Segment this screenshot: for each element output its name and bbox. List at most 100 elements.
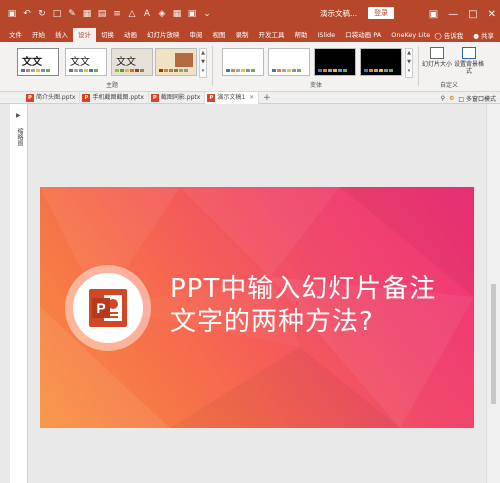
new-tab-icon[interactable]: + [259,93,275,103]
tab-slideshow[interactable]: 幻灯片放映 [142,28,185,42]
variants-group-label: 变体 [310,82,323,89]
shapes-icon[interactable]: △ [126,8,138,20]
undo-icon[interactable]: ↶ [21,8,33,20]
ribbon-display-icon[interactable]: ▣ [429,9,438,20]
window-title: 演示文稿... [320,9,358,18]
search-icon[interactable]: ⚲ [441,95,445,102]
doc-tab[interactable]: P 截图同影.pptx [149,91,206,104]
theme-sample-text: 文文 [116,57,136,68]
lightbulb-icon: ◯ [434,32,442,40]
slide-title[interactable]: PPT中输入幻灯片备注 文字的两种方法? [170,273,436,339]
save-icon[interactable]: ▣ [6,8,18,20]
variant-gallery-scroll[interactable]: ▲ ▼ ▾ [405,48,413,78]
theme-thumbnail-2[interactable]: 文文 [65,48,107,76]
tab-help[interactable]: 帮助 [290,28,313,42]
variant-thumbnail-1[interactable] [222,48,264,76]
variant-thumbnail-3[interactable] [314,48,356,76]
theme-color-bars [21,69,50,72]
ribbon-tabs: 文件 开始 插入 设计 切换 动画 幻灯片放映 审阅 视图 录制 开发工具 帮助… [0,28,500,42]
window-controls: ▣ — □ ✕ [429,0,496,28]
tab-developer[interactable]: 开发工具 [254,28,290,42]
doc-tab[interactable]: P 手机截图截图.pptx [80,91,149,104]
customize-group-label: 自定义 [440,82,459,89]
theme-color-bars [69,69,98,72]
document-tab-bar: P 简介头图.pptx P 手机截图截图.pptx P 截图同影.pptx P … [0,91,500,104]
format-background-button[interactable]: 设置背景格式 [454,47,484,75]
slide-title-line-2: 文字的两种方法? [170,307,374,337]
tab-insert[interactable]: 插入 [50,28,73,42]
share-button[interactable]: ● 共享 [473,30,494,40]
slide-canvas[interactable]: P PPT中输入幻灯片备注 文字的两种方法? [40,187,474,428]
expand-arrow-icon[interactable]: ▶ [16,112,21,119]
menu-right-tools: ◯ 告诉我 ● 共享 [434,28,494,42]
tab-transitions[interactable]: 切换 [96,28,119,42]
variant-color-bars [272,69,301,72]
tell-me-button[interactable]: ◯ 告诉我 [434,30,463,40]
settings-icon[interactable]: ⚙ [449,95,454,102]
group-divider [418,46,419,86]
tab-review[interactable]: 审阅 [185,28,208,42]
multi-window-button[interactable]: □ 多窗口模式 [458,94,496,103]
theme-color-bars [159,69,188,72]
theme-shelf-graphic [175,53,193,67]
tab-design[interactable]: 设计 [73,28,96,42]
arrange-icon[interactable]: ◈ [156,8,168,20]
design-ribbon: 文文 文文 文文 ▲▼▾ 主题 ▲▼▾ 变体 幻灯片大小 设置背景格式 [0,42,500,92]
tab-pocket-animation[interactable]: 口袋动画 PA [340,28,386,42]
variant-color-bars [318,69,347,72]
vertical-scrollbar[interactable] [486,104,500,483]
tab-view[interactable]: 视图 [208,28,231,42]
slide-size-label: 幻灯片大小 [422,61,453,68]
grid-icon[interactable]: ▦ [171,8,183,20]
group-icon[interactable]: ▣ [186,8,198,20]
tab-bar-tools: ⚲ ⚙ □ 多窗口模式 [441,92,496,104]
start-icon[interactable]: □ [51,8,63,20]
doc-tab-label: 简介头图.pptx [36,93,76,101]
thumbnail-pane-label: 缩略图 [16,128,23,146]
tab-home[interactable]: 开始 [27,28,50,42]
theme-sample-text: 文文 [22,57,42,68]
login-button[interactable]: 登录 [368,7,394,19]
powerpoint-file-icon: P [26,93,34,102]
customize-qat-icon[interactable]: ⌄ [201,8,213,20]
doc-tab-label: 手机截图截图.pptx [92,93,144,101]
doc-tab-label: 截图同影.pptx [160,93,201,101]
variant-thumbnail-2[interactable] [268,48,310,76]
variant-color-bars [364,69,393,72]
theme-thumbnail-4[interactable] [155,48,197,76]
slide-size-button[interactable]: 幻灯片大小 [422,47,452,68]
multi-window-label: 多窗口模式 [465,95,496,103]
theme-thumbnail-3[interactable]: 文文 [111,48,153,76]
tell-me-label: 告诉我 [443,32,464,40]
doc-tab[interactable]: P 简介头图.pptx [24,91,81,104]
logo-letter: P [92,298,110,318]
maximize-icon[interactable]: □ [468,9,477,20]
close-icon[interactable]: ✕ [488,9,496,20]
scrollbar-thumb[interactable] [491,284,496,404]
theme-thumbnail-1[interactable]: 文文 [17,48,59,76]
group-divider [212,46,213,86]
theme-sample-text: 文文 [70,57,90,68]
align-icon[interactable]: ≡ [111,8,123,20]
title-bar: ▣ ↶ ↻ □ ✎ ▦ ▤ ≡ △ A ◈ ▦ ▣ ⌄ 演示文稿... 登录 ▣… [0,0,500,28]
variant-thumbnail-4[interactable] [360,48,402,76]
person-icon: ● [473,32,479,40]
thumbnail-pane-collapsed[interactable]: ▶ 缩略图 [10,104,28,483]
tab-record[interactable]: 录制 [231,28,254,42]
layout-icon[interactable]: ▤ [96,8,108,20]
close-tab-icon[interactable]: ✕ [249,92,254,104]
tab-file[interactable]: 文件 [4,28,27,42]
doc-tab-active[interactable]: P 演示文稿1 ✕ [205,91,260,104]
tab-animations[interactable]: 动画 [119,28,142,42]
window-icon: □ [458,95,465,103]
screenshot-icon[interactable]: ▦ [81,8,93,20]
minimize-icon[interactable]: — [448,9,458,20]
redo-icon[interactable]: ↻ [36,8,48,20]
slide-size-icon [430,47,444,59]
format-painter-icon[interactable]: ✎ [66,8,78,20]
tab-onekey[interactable]: OneKey Lite [386,28,435,42]
tab-islide[interactable]: iSlide [313,28,341,42]
theme-gallery-scroll[interactable]: ▲ ▼ ▾ [199,48,207,78]
variant-color-bars [226,69,255,72]
font-color-icon[interactable]: A [141,8,153,20]
